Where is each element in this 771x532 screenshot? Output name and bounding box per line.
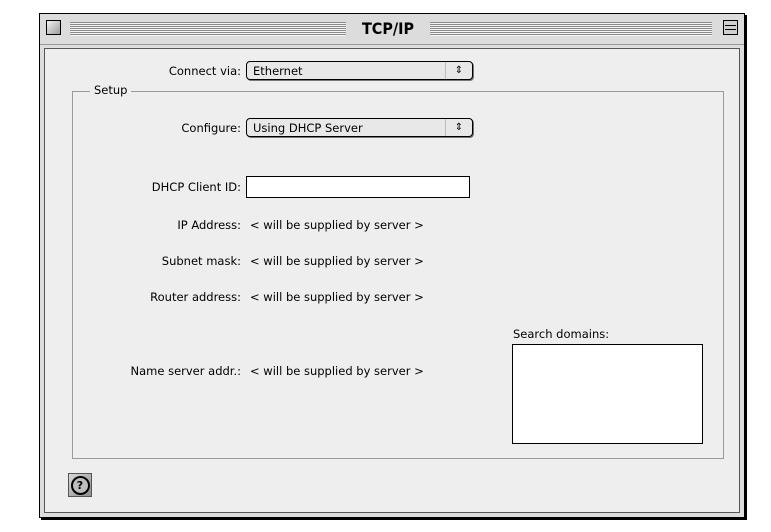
search-domains-textarea[interactable] <box>512 344 703 444</box>
connect-via-popup[interactable]: Ethernet ⇕ <box>246 61 473 80</box>
ip-address-value: < will be supplied by server > <box>250 218 424 232</box>
popup-arrows-icon: ⇕ <box>445 62 472 79</box>
configure-label: Configure: <box>181 121 241 135</box>
ip-address-label: IP Address: <box>177 218 241 232</box>
title-stripes <box>70 22 346 36</box>
window-title: TCP/IP <box>361 19 415 38</box>
help-icon: ? <box>70 475 90 495</box>
subnet-mask-label: Subnet mask: <box>161 254 241 268</box>
configure-popup[interactable]: Using DHCP Server ⇕ <box>246 118 473 137</box>
title-stripes <box>430 22 712 36</box>
collapse-box-icon[interactable] <box>723 20 738 35</box>
subnet-mask-value: < will be supplied by server > <box>250 254 424 268</box>
close-box-icon[interactable] <box>46 20 61 35</box>
name-server-label: Name server addr.: <box>130 364 242 378</box>
help-button[interactable]: ? <box>68 473 92 497</box>
window-content: Connect via: Ethernet ⇕ Setup Configure:… <box>44 48 740 513</box>
dhcp-client-id-label: DHCP Client ID: <box>151 180 241 194</box>
router-address-label: Router address: <box>150 290 241 304</box>
connect-via-value: Ethernet <box>253 64 303 78</box>
configure-value: Using DHCP Server <box>253 121 363 135</box>
setup-legend: Setup <box>90 83 132 97</box>
title-bar[interactable]: TCP/IP <box>40 14 744 45</box>
popup-arrows-icon: ⇕ <box>445 119 472 136</box>
dhcp-client-id-input[interactable] <box>246 176 470 198</box>
search-domains-label: Search domains: <box>513 327 610 341</box>
router-address-value: < will be supplied by server > <box>250 290 424 304</box>
connect-via-label: Connect via: <box>168 64 241 78</box>
name-server-value: < will be supplied by server > <box>250 364 424 378</box>
tcpip-window: TCP/IP Connect via: Ethernet ⇕ Setup Con… <box>39 13 745 518</box>
